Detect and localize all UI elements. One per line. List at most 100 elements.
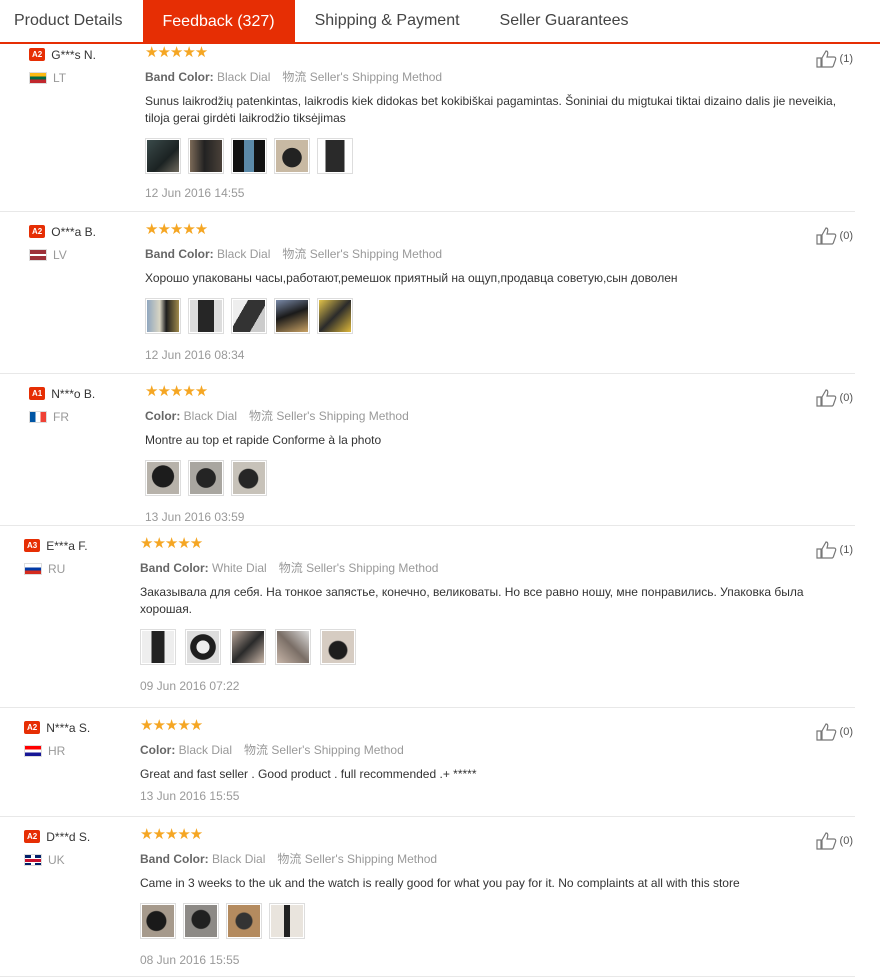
review-photo[interactable] (140, 903, 176, 939)
attr-label: Band Color: (140, 561, 209, 575)
rating-stars: ★★★★★ (145, 383, 208, 400)
helpful-button[interactable]: (0) (815, 832, 853, 850)
review-photo[interactable] (145, 138, 181, 174)
country-code: LV (53, 247, 67, 262)
order-info: Band Color: Black Dial 物流 Seller's Shippi… (140, 850, 840, 867)
russia-flag-icon (24, 562, 42, 575)
tab-product-details[interactable]: Product Details (0, 0, 143, 42)
thumbs-up-icon (815, 389, 836, 407)
review-photo[interactable] (275, 629, 311, 665)
review-photo[interactable] (188, 138, 224, 174)
reviewer-name: N***a S. (46, 720, 91, 735)
review-photo[interactable] (140, 629, 176, 665)
review-photo[interactable] (230, 629, 266, 665)
logistics-label: 物流 (249, 409, 274, 423)
tab-bar: Product Details Feedback (327) Shipping … (0, 0, 880, 44)
logistics-label: 物流 (277, 852, 302, 866)
logistics-label: 物流 (282, 247, 307, 261)
reviewer-info: A1 N***o B. FR (29, 386, 95, 424)
review-photos (140, 903, 840, 939)
helpful-button[interactable]: (0) (815, 723, 853, 741)
review-photo[interactable] (231, 460, 267, 496)
order-info: Band Color: White Dial 物流 Seller's Shippi… (140, 559, 840, 576)
helpful-button[interactable]: (0) (815, 227, 853, 245)
review-photo[interactable] (274, 298, 310, 334)
shipping-method: Seller's Shipping Method (306, 561, 439, 575)
review-photo[interactable] (274, 138, 310, 174)
review-photo[interactable] (145, 460, 181, 496)
review-photos (145, 460, 845, 496)
review-photo[interactable] (145, 298, 181, 334)
review-photo[interactable] (317, 138, 353, 174)
country-code: RU (48, 561, 66, 576)
rating-stars: ★★★★★ (140, 717, 203, 734)
review-photo[interactable] (317, 298, 353, 334)
review-photo[interactable] (269, 903, 305, 939)
attr-label: Band Color: (140, 852, 209, 866)
tab-feedback[interactable]: Feedback (327) (142, 0, 295, 44)
logistics-label: 物流 (278, 561, 303, 575)
attr-label: Band Color: (145, 247, 214, 261)
shipping-method: Seller's Shipping Method (309, 247, 443, 261)
review-photos (145, 298, 845, 334)
review-content: ★★★★★ Band Color: White Dial 物流 Seller's … (140, 536, 840, 693)
reviewer-country: UK (24, 853, 90, 867)
review-text: Заказывала для себя. На тонкое запястье,… (140, 585, 804, 616)
review-text: Хорошо упакованы часы,работают,ремешок п… (145, 271, 678, 285)
review-photo[interactable] (185, 629, 221, 665)
feedback-item: A1 N***o B. FR ★★★★★ Color: Black Dial 物流 … (0, 373, 855, 526)
order-info: Color: Black Dial 物流 Seller's Shipping Me… (145, 407, 845, 424)
reviewer-country: LV (29, 248, 96, 262)
thumbs-up-icon (815, 723, 836, 741)
review-photos (145, 138, 845, 174)
country-code: LT (53, 70, 67, 85)
review-photo[interactable] (188, 298, 224, 334)
thumbs-up-icon (815, 541, 836, 559)
attr-value: Black Dial (217, 70, 271, 84)
logistics-label: 物流 (244, 743, 269, 757)
review-date: 13 Jun 2016 15:55 (140, 789, 240, 803)
attr-label: Color: (145, 409, 181, 423)
review-date: 12 Jun 2016 14:55 (145, 186, 245, 200)
reviewer-info: A2 N***a S. HR (24, 720, 90, 758)
thumbs-up-icon (815, 832, 836, 850)
review-text: Came in 3 weeks to the uk and the watch … (140, 876, 740, 890)
review-date: 12 Jun 2016 08:34 (145, 348, 245, 362)
helpful-button[interactable]: (1) (815, 50, 853, 68)
review-photo[interactable] (320, 629, 356, 665)
review-text: Great and fast seller . Good product . f… (140, 767, 477, 781)
reviewer-name: O***a B. (51, 224, 96, 239)
review-content: ★★★★★ Band Color: Black Dial 物流 Seller's … (145, 44, 845, 200)
reviewer-name: N***o B. (51, 386, 96, 401)
reviewer-info: A3 E***a F. RU (24, 538, 88, 576)
order-info: Band Color: Black Dial 物流 Seller's Shippi… (145, 245, 845, 262)
attr-value: Black Dial (217, 247, 271, 261)
attr-value: White Dial (212, 561, 267, 575)
helpful-button[interactable]: (1) (815, 541, 853, 559)
review-content: ★★★★★ Band Color: Black Dial 物流 Seller's … (145, 222, 845, 362)
review-photo[interactable] (231, 138, 267, 174)
attr-value: Black Dial (183, 409, 238, 423)
review-photo[interactable] (188, 460, 224, 496)
country-code: FR (53, 409, 69, 424)
helpful-count: (0) (839, 392, 853, 404)
buyer-level-badge: A2 (24, 721, 41, 735)
review-photos (140, 629, 840, 665)
buyer-level-badge: A2 (29, 225, 46, 239)
review-photo[interactable] (226, 903, 262, 939)
buyer-level-badge: A2 (24, 830, 41, 844)
helpful-button[interactable]: (0) (815, 389, 853, 407)
review-content: ★★★★★ Color: Black Dial 物流 Seller's Shipp… (145, 383, 845, 524)
attr-label: Band Color: (145, 70, 214, 84)
reviewer-country: RU (24, 562, 88, 576)
review-photo[interactable] (183, 903, 219, 939)
tab-seller-guarantees[interactable]: Seller Guarantees (480, 0, 649, 42)
rating-stars: ★★★★★ (145, 44, 208, 61)
shipping-method: Seller's Shipping Method (276, 409, 409, 423)
review-content: ★★★★★ Band Color: Black Dial 物流 Seller's … (140, 827, 840, 967)
reviewer-country: HR (24, 744, 90, 758)
tab-shipping-payment[interactable]: Shipping & Payment (295, 0, 480, 42)
review-photo[interactable] (231, 298, 267, 334)
uk-flag-icon (24, 853, 42, 866)
order-info: Color: Black Dial 物流 Seller's Shipping Me… (140, 741, 840, 758)
